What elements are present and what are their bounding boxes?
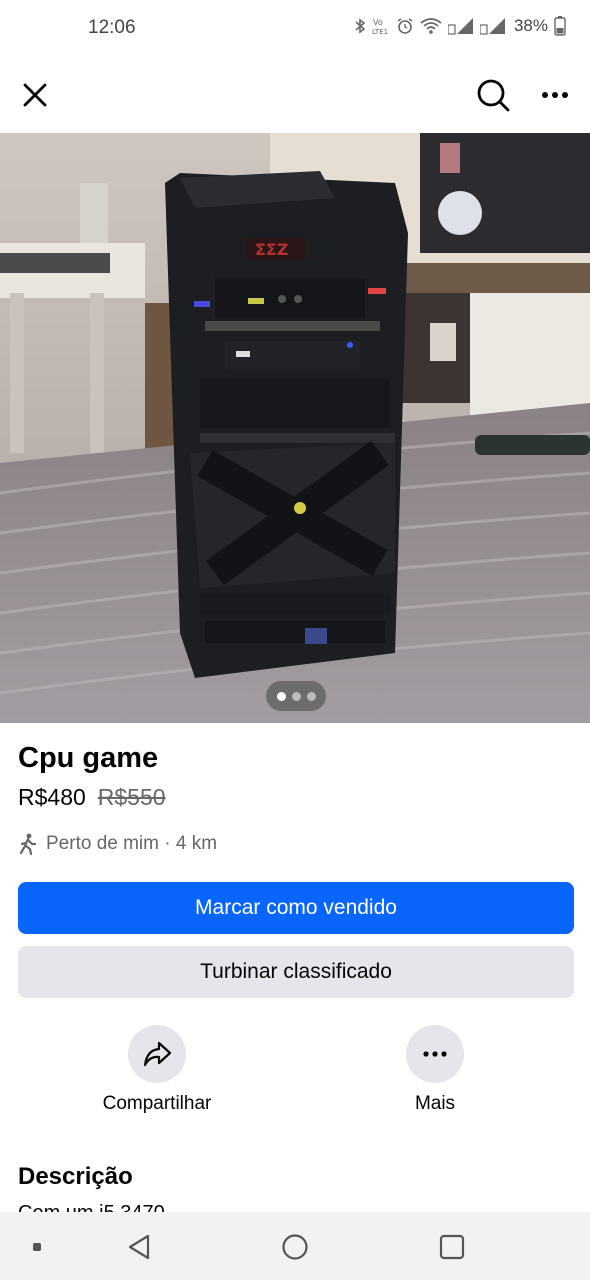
system-navigation-bar xyxy=(0,1212,590,1280)
signal-icon xyxy=(479,17,506,35)
dot-icon xyxy=(33,1243,41,1251)
battery-icon xyxy=(554,16,566,36)
signal-icon xyxy=(447,17,474,35)
listing-photo-image: ΣΣZ xyxy=(0,133,590,723)
status-icons: Vo LTE1 38% xyxy=(354,16,566,36)
wifi-icon xyxy=(420,17,442,35)
more-label: Mais xyxy=(414,1093,456,1114)
nav-dot-button[interactable] xyxy=(20,1230,54,1264)
listing-title: Cpu game xyxy=(18,742,159,774)
search-button[interactable] xyxy=(472,74,514,116)
close-button[interactable] xyxy=(14,74,56,116)
status-bar: 12:06 Vo LTE1 38% xyxy=(0,0,590,58)
bluetooth-icon xyxy=(354,17,366,35)
price-row: R$480 R$550 xyxy=(18,784,166,811)
back-button[interactable] xyxy=(122,1230,156,1264)
search-icon xyxy=(477,79,510,112)
description-heading: Descrição xyxy=(18,1163,133,1190)
share-button[interactable] xyxy=(128,1025,186,1083)
carousel-dot-3[interactable] xyxy=(306,691,316,701)
more-action[interactable]: Mais xyxy=(365,1025,505,1115)
svg-text:LTE1: LTE1 xyxy=(372,28,388,35)
share-icon xyxy=(143,1041,172,1067)
share-label: Compartilhar xyxy=(102,1093,212,1114)
listing-price: R$480 xyxy=(18,784,86,810)
home-button[interactable] xyxy=(278,1230,312,1264)
top-nav xyxy=(0,58,590,132)
share-action[interactable]: Compartilhar xyxy=(87,1025,227,1115)
alarm-icon xyxy=(396,17,414,35)
volte-icon: Vo LTE1 xyxy=(372,17,390,35)
carousel-dot-1[interactable] xyxy=(276,691,286,701)
more-options-button[interactable] xyxy=(534,74,576,116)
walking-person-icon xyxy=(19,833,37,855)
more-button[interactable] xyxy=(406,1025,464,1083)
listing-location: Perto de mim · 4 km xyxy=(18,833,217,855)
close-icon xyxy=(23,83,47,107)
svg-text:Vo: Vo xyxy=(373,18,383,27)
svg-text:ΣΣZ: ΣΣZ xyxy=(255,240,288,259)
home-icon xyxy=(282,1234,308,1260)
battery-percent: 38% xyxy=(513,16,548,35)
back-icon xyxy=(128,1234,150,1260)
listing-original-price: R$550 xyxy=(97,784,166,810)
mark-as-sold-button[interactable]: Marcar como vendido xyxy=(18,882,574,934)
location-text: Perto de mim · 4 km xyxy=(46,833,218,854)
carousel-dot-2[interactable] xyxy=(291,691,301,701)
more-icon xyxy=(542,92,568,98)
status-time: 12:06 xyxy=(88,17,136,38)
more-icon xyxy=(423,1051,447,1057)
recents-icon xyxy=(439,1234,465,1260)
recents-button[interactable] xyxy=(435,1230,469,1264)
boost-listing-button[interactable]: Turbinar classificado xyxy=(18,946,574,998)
carousel-indicator[interactable] xyxy=(266,681,326,711)
listing-photo[interactable]: ΣΣZ xyxy=(0,133,590,723)
